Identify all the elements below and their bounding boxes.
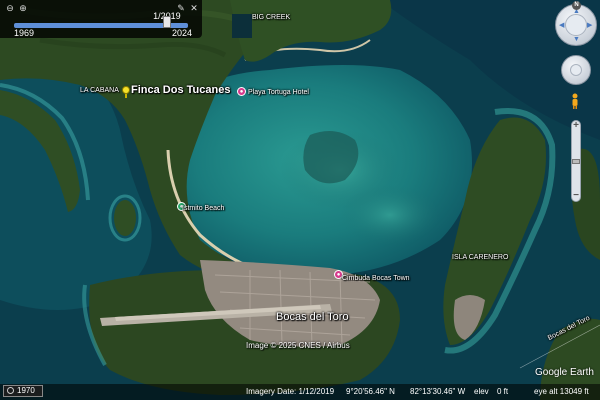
west-island [114,200,136,236]
look-joystick-center[interactable] [565,14,587,36]
elev-label: elev [474,387,489,396]
zoom-out-button[interactable]: − [571,191,581,201]
label-playa-tortuga[interactable]: Playa Tortuga Hotel [248,89,309,96]
yellow-pushpin-icon[interactable] [122,86,130,94]
slider-end-year: 2024 [172,28,193,38]
zoom-in-magnifier-icon[interactable]: ⊕ [18,3,28,13]
historical-year-button[interactable]: 1970 [3,385,43,397]
move-joystick[interactable] [561,55,591,85]
move-joystick-center[interactable] [570,64,582,76]
clock-icon [7,387,14,394]
imagery-credit: Image © 2025 CNES / Airbus [246,341,350,350]
navigation-controls: ▲ ▼ ◀ ▶ N + − [552,0,600,220]
map-viewport[interactable]: BIG CREEK LA CABANA Finca Dos Tucanes ● … [0,0,600,400]
label-isla-carenero: ISLA CARENERO [452,254,509,261]
label-cimbuda[interactable]: Cimbuda Bocas Town [342,275,410,282]
slider-track[interactable] [14,23,188,28]
zoom-slider[interactable]: + − [571,120,581,202]
google-earth-logo: Google Earth [535,367,594,378]
look-left-arrow-icon[interactable]: ◀ [559,22,564,29]
latitude-readout: 9°20'56.46" N [346,387,395,396]
zoom-in-button[interactable]: + [571,121,581,131]
eye-altitude: eye alt 13049 ft [534,387,589,396]
pegman-icon[interactable] [571,93,579,109]
satellite-imagery[interactable] [0,0,600,400]
label-big-creek: BIG CREEK [252,14,291,21]
year-button-label: 1970 [17,386,35,395]
north-indicator[interactable]: N [572,1,581,10]
zoom-out-magnifier-icon[interactable]: ⊖ [5,3,15,13]
label-istmito-beach[interactable]: Istmito Beach [182,205,224,212]
longitude-readout: 82°13'30.46" W [410,387,466,396]
elev-value: 0 ft [497,387,509,396]
imagery-date: Imagery Date: 1/12/2019 [246,387,335,396]
label-finca-dos-tucanes[interactable]: Finca Dos Tucanes [131,84,230,96]
reef-patch-2 [340,185,440,245]
historical-imagery-slider: ⊖ ⊕ ✎ ✕ 1/2019 1969 2024 [0,0,202,38]
slider-start-year: 1969 [14,28,35,38]
close-icon[interactable]: ✕ [189,3,199,13]
look-joystick[interactable]: ▲ ▼ ◀ ▶ [555,4,597,46]
slider-handle[interactable] [163,16,172,28]
look-down-arrow-icon[interactable]: ▼ [573,36,580,43]
zoom-knob[interactable] [572,159,580,164]
label-la-cabana: LA CABANA [80,87,119,94]
look-right-arrow-icon[interactable]: ▶ [587,22,592,29]
big-creek-water [232,14,252,38]
label-bocas-town: Bocas del Toro [276,311,349,323]
status-bar: Imagery Date: 1/12/2019 9°20'56.46" N 82… [0,384,600,400]
hotel-pin-icon[interactable]: ● [237,87,246,96]
